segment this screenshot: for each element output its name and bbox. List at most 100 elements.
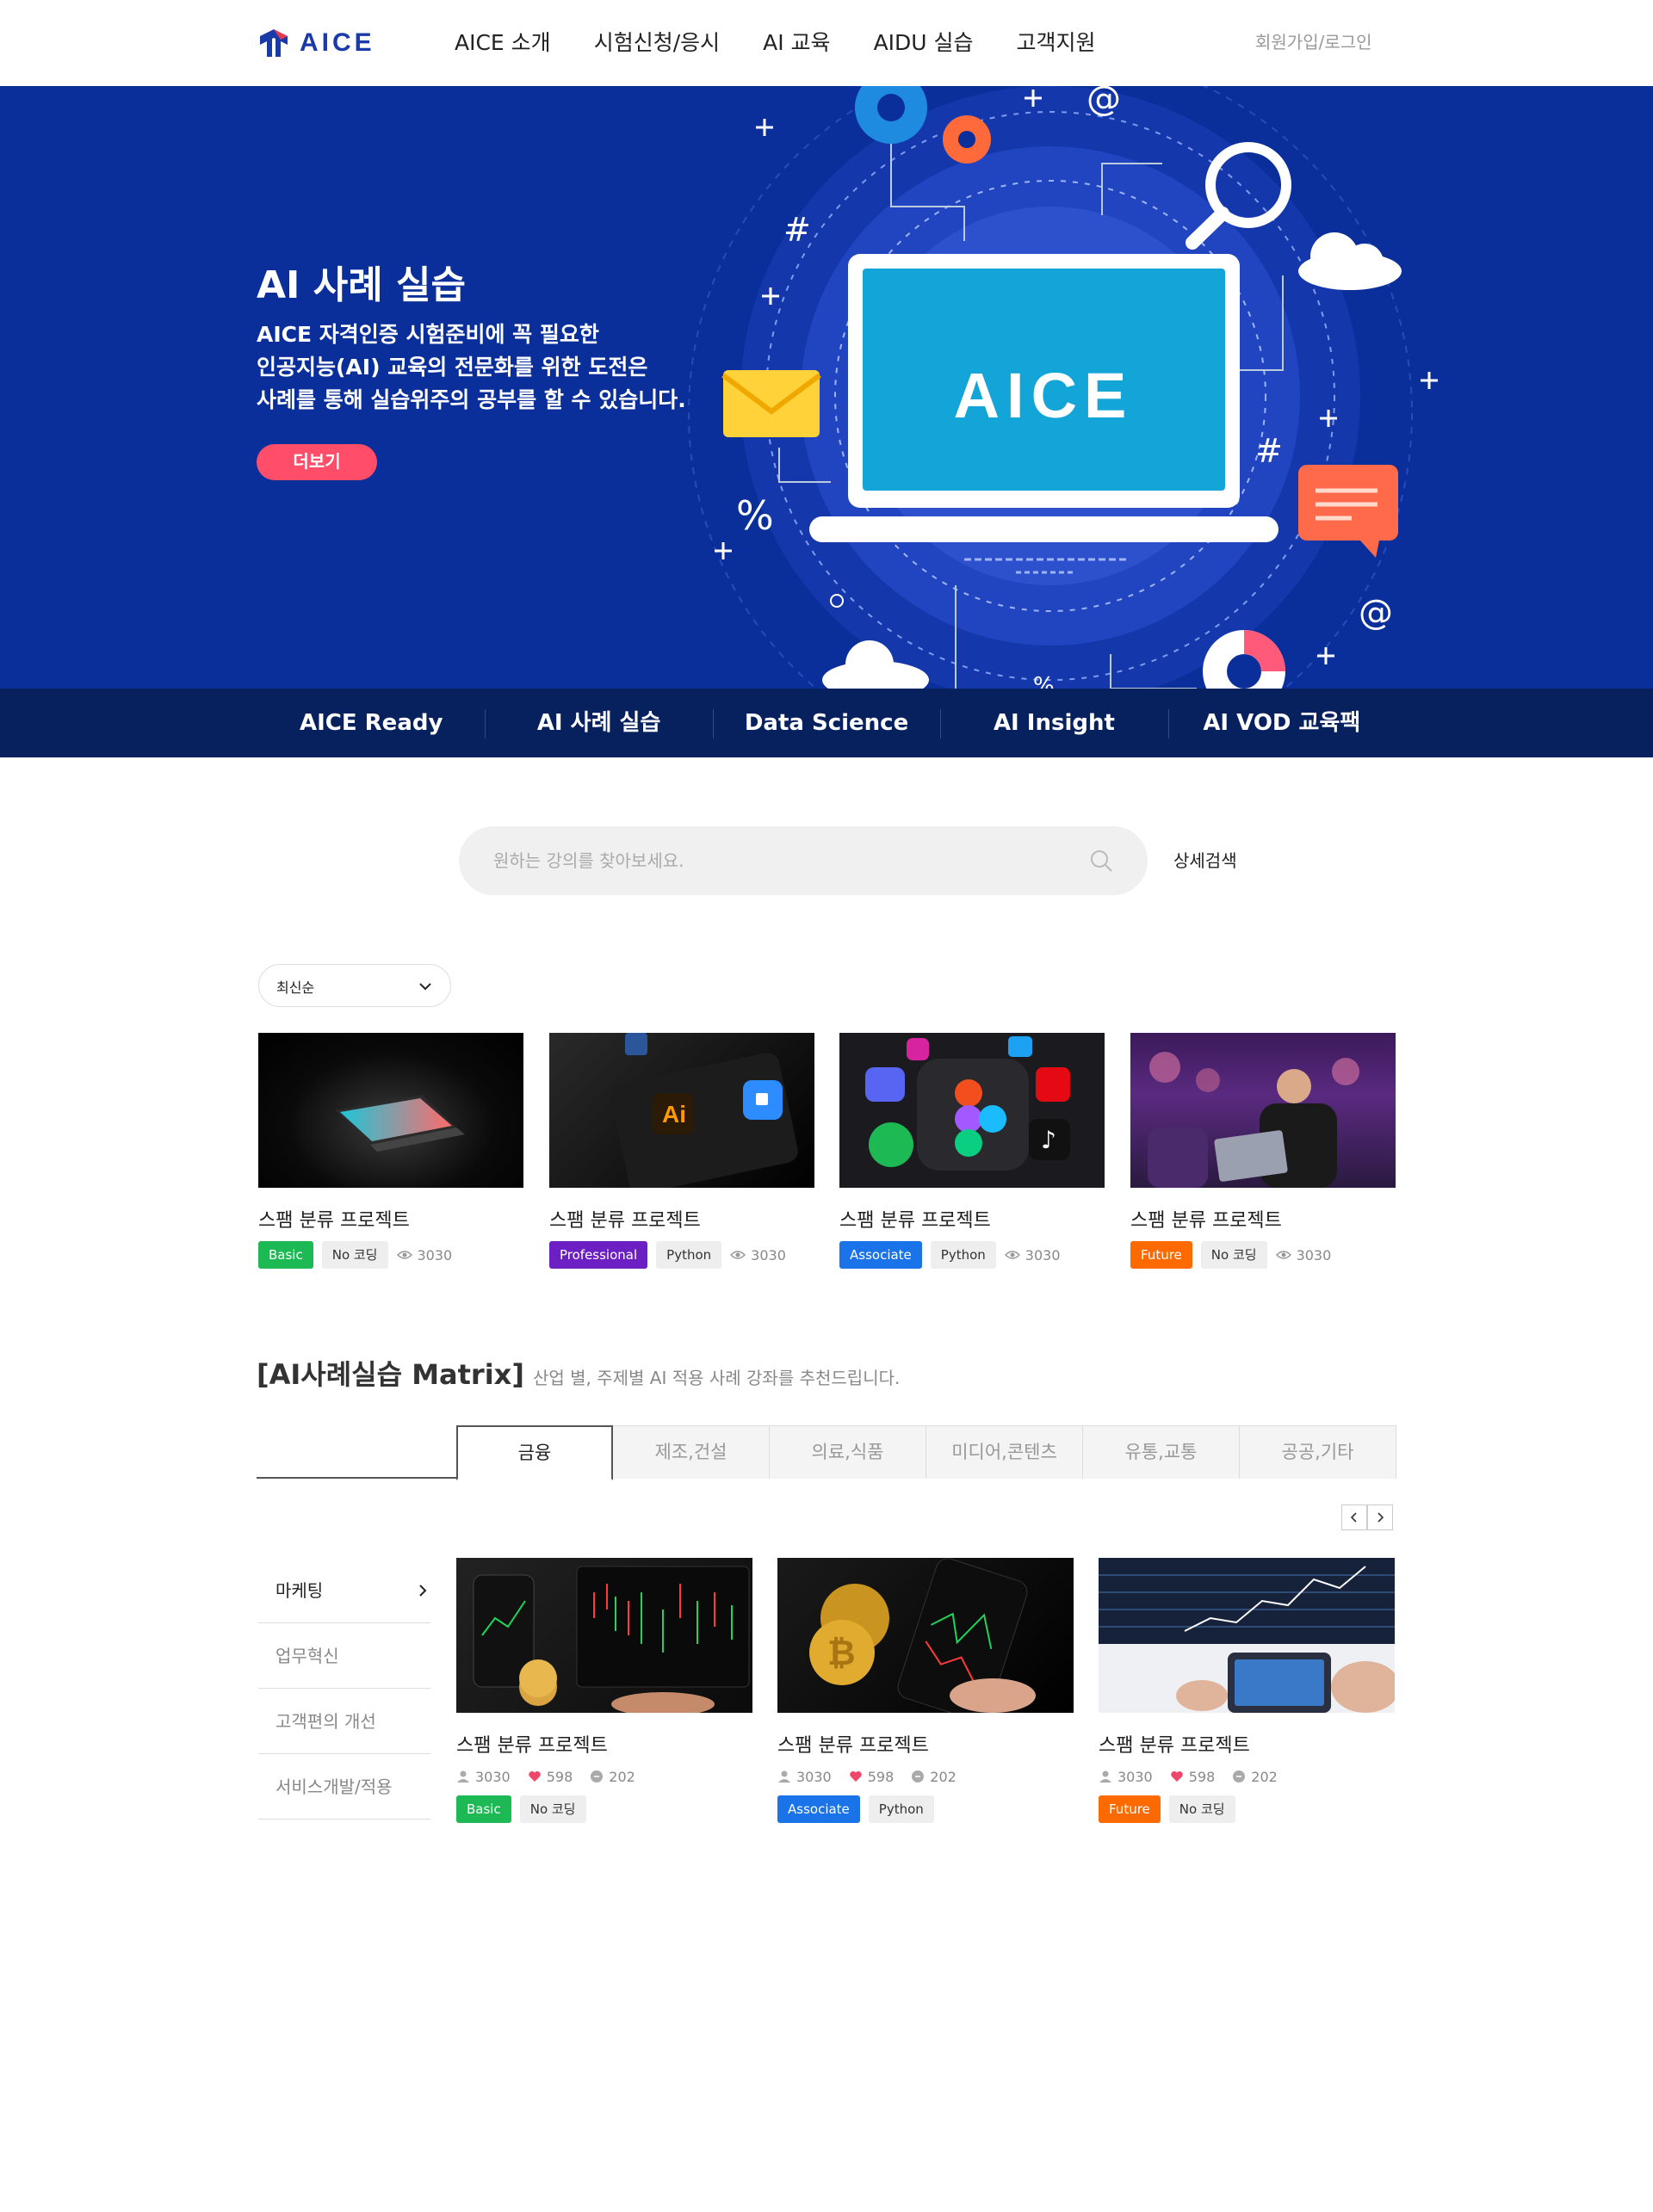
tab-finance[interactable]: 금융 [456, 1425, 613, 1480]
side-item-service-dev[interactable]: 서비스개발/적용 [258, 1754, 430, 1820]
prev-button[interactable] [1341, 1505, 1367, 1530]
course-title: 스팸 분류 프로젝트 [258, 1210, 410, 1232]
course-tags: Basic No 코딩 [456, 1795, 752, 1823]
side-item-customer-convenience[interactable]: 고객편의 개선 [258, 1689, 430, 1754]
course-tags: Associate Python 3030 [839, 1241, 1105, 1269]
search-icon[interactable] [1089, 849, 1113, 873]
svg-text:₿: ₿ [827, 1634, 856, 1672]
like-count: 598 [849, 1769, 894, 1785]
signup-login-link[interactable]: 회원가입/로그인 [1255, 29, 1372, 55]
social-icons-photo-art: ♪ [865, 1036, 1070, 1171]
search-box [459, 826, 1148, 895]
side-item-label: 고객편의 개선 [276, 1711, 376, 1732]
course-stats: 3030 598 202 [777, 1766, 1074, 1787]
nav-exam-apply[interactable]: 시험신청/응시 [594, 26, 720, 60]
view-count-value: 3030 [1296, 1246, 1332, 1264]
course-thumbnail: Ai [549, 1033, 814, 1188]
eye-icon [396, 1251, 412, 1259]
eye-icon [730, 1251, 746, 1259]
side-item-label: 마케팅 [276, 1580, 324, 1601]
matrix-course-card[interactable]: 스팸 분류 프로젝트 3030 598 202 Basic No 코딩 [456, 1558, 752, 1823]
course-thumbnail: ₿ [777, 1558, 1074, 1713]
course-title: 스팸 분류 프로젝트 [1099, 1735, 1250, 1757]
view-count-value: 3030 [1025, 1246, 1061, 1264]
hero-desc-line: 인공지능(AI) 교육의 전문화를 위한 도전은 [257, 355, 648, 380]
level-badge: Associate [777, 1795, 860, 1823]
user-icon [1099, 1770, 1111, 1783]
like-count-value: 598 [546, 1768, 573, 1785]
comment-icon [912, 1770, 925, 1783]
view-count: 3030 [396, 1246, 453, 1264]
nav-ai-education[interactable]: AI 교육 [763, 26, 830, 60]
user-icon [778, 1770, 790, 1783]
view-count: 3030 [730, 1247, 786, 1264]
subnav-ai-case-practice[interactable]: AI 사례 실습 [485, 689, 712, 757]
subnav-data-science[interactable]: Data Science [712, 689, 940, 757]
nav-aidu-practice[interactable]: AIDU 실습 [874, 26, 974, 60]
comment-count: 202 [590, 1769, 635, 1785]
svg-text:Ai: Ai [662, 1101, 686, 1128]
course-tags: Basic No 코딩 3030 [258, 1241, 523, 1269]
category-subnav: AICE Ready AI 사례 실습 Data Science AI Insi… [0, 689, 1653, 757]
comment-count-value: 202 [609, 1768, 635, 1785]
header: AICE AICE 소개 시험신청/응시 AI 교육 AIDU 실습 고객지원 … [0, 0, 1653, 86]
more-button[interactable]: 더보기 [257, 444, 377, 480]
view-count-value: 3030 [417, 1246, 453, 1264]
course-thumbnail [1130, 1033, 1396, 1188]
hash-symbol: # [783, 211, 811, 249]
hero-desc-line: 사례를 통해 실습위주의 공부를 할 수 있습니다. [257, 387, 686, 412]
side-item-label: 업무혁신 [276, 1646, 339, 1666]
tab-public-etc[interactable]: 공공,기타 [1240, 1425, 1396, 1479]
logo-text: AICE [300, 28, 375, 57]
hero-illustration: AICE # % @ # @ % [688, 86, 1438, 689]
bitcoin-phone-photo-art: ₿ [809, 1558, 1036, 1713]
sort-select[interactable]: 최신순 [258, 964, 451, 1007]
comment-count: 202 [911, 1769, 957, 1785]
side-item-marketing[interactable]: 마케팅 [258, 1558, 430, 1623]
matrix-course-card[interactable]: 스팸 분류 프로젝트 3030 598 202 Future No 코딩 [1099, 1558, 1395, 1823]
subnav-ai-vod-pack[interactable]: AI VOD 교육팩 [1167, 689, 1396, 757]
nav-customer-support[interactable]: 고객지원 [1017, 26, 1096, 60]
course-title: 스팸 분류 프로젝트 [1130, 1210, 1282, 1232]
tab-medical-food[interactable]: 의료,식품 [770, 1425, 926, 1479]
tool-badge: No 코딩 [519, 1795, 586, 1823]
matrix-course-card[interactable]: ₿ 스팸 분류 프로젝트 3030 598 202 Associate Pyth… [777, 1558, 1074, 1823]
user-count-value: 3030 [475, 1768, 511, 1785]
course-card[interactable]: ♪ 스팸 분류 프로젝트 Associate Python 3030 [839, 1033, 1105, 1269]
logo[interactable]: AICE [257, 24, 375, 62]
heart-icon [1170, 1771, 1183, 1782]
like-count: 598 [528, 1769, 573, 1785]
course-title: 스팸 분류 프로젝트 [839, 1210, 991, 1232]
detail-search-link[interactable]: 상세검색 [1173, 848, 1237, 874]
chevron-right-icon [419, 1585, 427, 1597]
course-card[interactable]: 스팸 분류 프로젝트 Basic No 코딩 3030 [258, 1033, 523, 1269]
tab-manufacturing[interactable]: 제조,건설 [613, 1425, 770, 1479]
user-count: 3030 [777, 1769, 832, 1785]
view-count: 3030 [1275, 1246, 1332, 1264]
search-input[interactable] [493, 843, 1062, 878]
view-count: 3030 [1004, 1246, 1061, 1264]
level-badge: Professional [549, 1241, 648, 1269]
course-tags: Future No 코딩 3030 [1130, 1241, 1396, 1269]
side-item-work-innovation[interactable]: 업무혁신 [258, 1623, 430, 1689]
comment-count: 202 [1232, 1769, 1278, 1785]
tab-distribution-traffic[interactable]: 유통,교통 [1083, 1425, 1240, 1479]
envelope-icon [721, 370, 821, 437]
course-card[interactable]: 스팸 분류 프로젝트 Future No 코딩 3030 [1130, 1033, 1396, 1269]
course-card[interactable]: Ai 스팸 분류 프로젝트 Professional Python 3030 [549, 1033, 814, 1269]
hero-title: AI 사례 실습 [257, 263, 466, 307]
user-count: 3030 [1099, 1769, 1153, 1785]
laptop-screen-text: AICE [954, 360, 1134, 431]
stock-chart-photo-art [1099, 1558, 1395, 1713]
subnav-ai-insight[interactable]: AI Insight [940, 689, 1167, 757]
subnav-aice-ready[interactable]: AICE Ready [257, 689, 485, 757]
tool-badge: No 코딩 [321, 1241, 388, 1269]
course-thumbnail: ♪ [839, 1033, 1105, 1188]
comment-count-value: 202 [1251, 1768, 1278, 1785]
tab-media-content[interactable]: 미디어,콘텐츠 [926, 1425, 1083, 1479]
tool-badge: Python [930, 1241, 996, 1269]
percent-symbol: % [736, 492, 774, 539]
nav-aice-intro[interactable]: AICE 소개 [455, 26, 551, 60]
level-badge: Future [1099, 1795, 1161, 1823]
next-button[interactable] [1367, 1505, 1393, 1530]
